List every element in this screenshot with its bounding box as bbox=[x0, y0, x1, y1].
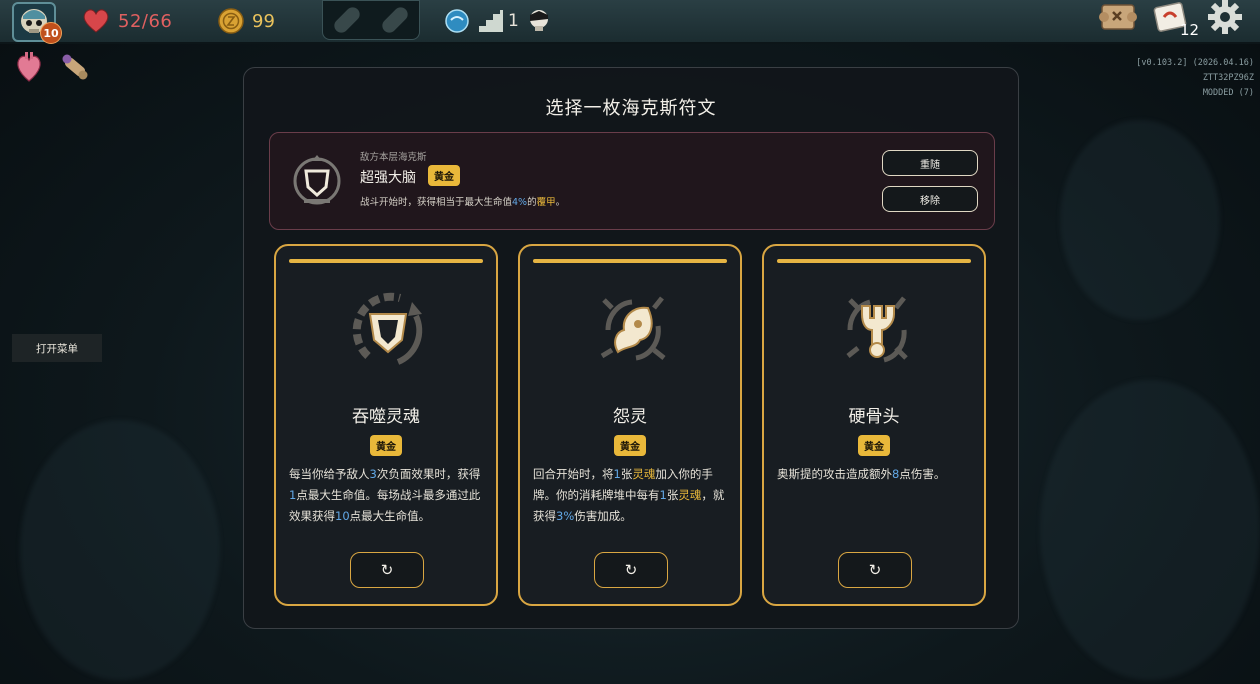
hex-card-wraith[interactable]: 怨灵 黄金 回合开始时，将1张灵魂加入你的手牌。你的消耗牌堆中每有1张灵魂，就获… bbox=[518, 244, 742, 606]
card-top-bar bbox=[533, 259, 727, 263]
shield-cycle-icon bbox=[352, 292, 423, 365]
potion-slot-empty[interactable] bbox=[379, 4, 411, 36]
shield-emblem-icon bbox=[293, 155, 341, 205]
cave-rock bbox=[20, 420, 220, 680]
hex-card-devour-soul[interactable]: 吞噬灵魂 黄金 每当你给予敌人3次负面效果时，获得1点最大生命值。每场战斗最多通… bbox=[274, 244, 498, 606]
deck-count: 12 bbox=[1180, 21, 1200, 39]
map-button[interactable] bbox=[1098, 2, 1138, 32]
heart-icon bbox=[83, 9, 109, 33]
refresh-icon: ↻ bbox=[624, 561, 638, 579]
desc-text: 的 bbox=[527, 197, 537, 208]
desc-text: 战斗开始时，获得相当于最大生命值 bbox=[360, 197, 513, 208]
desc-keyword: 灵魂 bbox=[632, 467, 656, 481]
hp-display[interactable]: 52/66 bbox=[82, 6, 172, 36]
relic-scroll[interactable] bbox=[58, 50, 92, 84]
potion-slot-empty[interactable] bbox=[331, 4, 363, 36]
relic-heart[interactable] bbox=[12, 50, 46, 84]
hex-rune-selection-panel: 选择一枚海克斯符文 敌方本层海克斯 超强大脑 黄金 战斗开始时，获得相当于最大生… bbox=[243, 67, 1019, 629]
refresh-icon: ↻ bbox=[380, 561, 394, 579]
reroll-enemy-hex-button[interactable]: 重随 bbox=[882, 150, 978, 176]
desc-text: 每当你给予敌人 bbox=[289, 467, 370, 481]
tier-badge: 黄金 bbox=[370, 435, 402, 456]
blue-orb-icon[interactable] bbox=[444, 8, 470, 34]
tier-badge: 黄金 bbox=[858, 435, 890, 456]
cave-rock bbox=[1060, 120, 1220, 320]
desc-keyword: 灵魂 bbox=[678, 488, 702, 502]
reroll-card-button[interactable]: ↻ bbox=[838, 552, 912, 588]
desc-number: 4% bbox=[512, 197, 528, 208]
enemy-hex-description: 战斗开始时，获得相当于最大生命值4%的覆甲。 bbox=[360, 194, 565, 208]
tier-badge-wrap: 黄金 bbox=[764, 435, 984, 456]
gear-icon bbox=[1208, 0, 1242, 34]
desc-number: 1 bbox=[659, 488, 667, 502]
level-badge: 10 bbox=[40, 22, 62, 44]
tier-badge: 黄金 bbox=[428, 165, 460, 186]
panel-title: 选择一枚海克斯符文 bbox=[545, 98, 717, 119]
card-title: 硬骨头 bbox=[848, 407, 900, 427]
card-top-bar bbox=[289, 259, 483, 263]
gold-display[interactable]: 99 bbox=[218, 6, 275, 36]
floor-display[interactable]: 1 bbox=[478, 6, 519, 36]
desc-number: 10 bbox=[335, 509, 350, 523]
desc-text: 伤害加成。 bbox=[574, 509, 632, 523]
desc-text: 奥斯提的攻击造成额外 bbox=[777, 467, 892, 481]
open-menu-button[interactable]: 打开菜单 bbox=[12, 334, 102, 362]
bone-icon bbox=[846, 296, 908, 363]
remove-enemy-hex-button[interactable]: 移除 bbox=[882, 186, 978, 212]
boss-icon-slot[interactable] bbox=[528, 6, 550, 36]
floor-value: 1 bbox=[508, 11, 519, 31]
boss-skull-icon bbox=[530, 10, 548, 31]
coin-icon bbox=[218, 8, 244, 34]
desc-text: 。 bbox=[555, 197, 566, 208]
refresh-icon: ↻ bbox=[868, 561, 882, 579]
desc-number: 1 bbox=[613, 467, 621, 481]
stairs-icon bbox=[479, 10, 503, 32]
settings-button[interactable] bbox=[1206, 0, 1244, 34]
hp-value: 52/66 bbox=[118, 10, 173, 32]
card-title: 吞噬灵魂 bbox=[352, 407, 420, 427]
desc-number: 3 bbox=[369, 467, 377, 481]
reroll-card-button[interactable]: ↻ bbox=[594, 552, 668, 588]
desc-text: 次负面效果时，获得 bbox=[376, 467, 481, 481]
desc-text: 回合开始时，将 bbox=[533, 467, 614, 481]
desc-number: 3% bbox=[556, 509, 575, 523]
card-description: 奥斯提的攻击造成额外8点伤害。 bbox=[777, 464, 971, 485]
desc-text: 张 bbox=[666, 488, 679, 502]
hex-card-hard-bone[interactable]: 硬骨头 黄金 奥斯提的攻击造成额外8点伤害。 ↻ bbox=[762, 244, 986, 606]
card-description: 每当你给予敌人3次负面效果时，获得1点最大生命值。每场战斗最多通过此效果获得10… bbox=[289, 464, 483, 527]
anatomical-heart-icon bbox=[17, 52, 41, 82]
potion-belt bbox=[322, 0, 420, 40]
cave-rock bbox=[1040, 380, 1260, 680]
tier-badge-wrap: 黄金 bbox=[276, 435, 496, 456]
top-bar: 10 52/66 99 1 12 bbox=[0, 0, 1260, 44]
enemy-hex-subtitle: 敌方本层海克斯 bbox=[360, 152, 427, 163]
spirit-flame-icon bbox=[600, 296, 666, 361]
map-scroll-icon bbox=[1099, 4, 1137, 30]
enemy-hex-name: 超强大脑 bbox=[360, 170, 416, 186]
tier-badge-wrap: 黄金 bbox=[520, 435, 740, 456]
gold-value: 99 bbox=[252, 10, 275, 32]
version-line: [v0.103.2] (2026.04.16) bbox=[1136, 58, 1254, 68]
status-icons bbox=[444, 6, 470, 36]
mod-line: MODDED (7) bbox=[1202, 88, 1254, 98]
tier-badge: 黄金 bbox=[614, 435, 646, 456]
card-title: 怨灵 bbox=[613, 407, 647, 427]
desc-text: 点伤害。 bbox=[899, 467, 946, 481]
desc-text: 点最大生命值。 bbox=[349, 509, 431, 523]
desc-keyword: 覆甲 bbox=[536, 197, 556, 208]
card-description: 回合开始时，将1张灵魂加入你的手牌。你的消耗牌堆中每有1张灵魂，就获得3%伤害加… bbox=[533, 464, 727, 527]
enemy-hex-box: 敌方本层海克斯 超强大脑 黄金 战斗开始时，获得相当于最大生命值4%的覆甲。 重… bbox=[269, 132, 995, 230]
reroll-card-button[interactable]: ↻ bbox=[350, 552, 424, 588]
seed-line: ZTT32PZ96Z bbox=[1202, 73, 1254, 83]
version-info: [v0.103.2] (2026.04.16) ZTT32PZ96Z MODDE… bbox=[1136, 56, 1254, 101]
scroll-relic-icon bbox=[62, 54, 88, 80]
card-top-bar bbox=[777, 259, 971, 263]
desc-text: 张 bbox=[620, 467, 633, 481]
